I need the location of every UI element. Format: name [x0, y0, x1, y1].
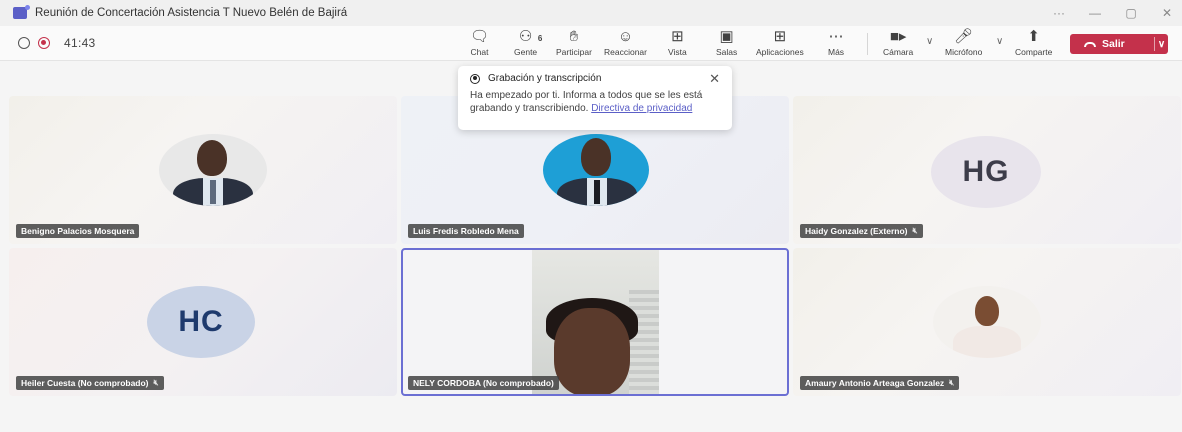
chat-button[interactable]: 🗨︎ Chat [470, 28, 490, 58]
add-app-icon: ⊞ [773, 28, 787, 45]
toolbar-divider [867, 33, 868, 55]
mic-muted-icon: 🔇︎ [153, 378, 159, 387]
ellipsis-icon: ⋯ [828, 28, 844, 45]
microphone-icon: 🎤︎ [954, 28, 974, 45]
recording-icon [38, 37, 50, 49]
camera-off-icon: ■▸ [889, 28, 907, 45]
recording-notification: Grabación y transcripción ✕ Ha empezado … [458, 66, 732, 130]
meeting-status: 41:43 [18, 26, 96, 60]
view-button[interactable]: ⊞ Vista [668, 28, 687, 58]
window-controls: ··· — ▢ ✕ [1052, 0, 1174, 26]
participant-name-tag: NELY CORDOBA (No comprobado) [408, 376, 559, 390]
mic-muted-icon: 🔇︎ [912, 226, 918, 235]
people-icon: ⚇ 6 [518, 28, 543, 45]
participant-photo [933, 286, 1041, 358]
window-title-bar: Reunión de Concertación Asistencia T Nue… [0, 0, 1182, 26]
window-title: Reunión de Concertación Asistencia T Nue… [35, 7, 348, 19]
mic-button[interactable]: 🎤︎ Micrófono [945, 28, 982, 58]
people-count: 6 [537, 34, 543, 43]
participant-tile[interactable]: HG Haidy Gonzalez (Externo) 🔇︎ [793, 96, 1181, 244]
minimize-icon[interactable]: — [1088, 6, 1102, 20]
smiley-icon: ☺ [617, 28, 634, 45]
camera-button[interactable]: ■▸ Cámara [883, 28, 913, 58]
notification-body: Ha empezado por ti. Informa a todos que … [470, 90, 703, 114]
grid-icon: ⊞ [671, 28, 684, 45]
phone-hangup-icon [1084, 41, 1096, 47]
meeting-info-icon[interactable] [18, 37, 30, 49]
meeting-toolbar: 41:43 🗨︎ Chat ⚇ 6 Gente ✋︎ Participar ☺ R… [0, 26, 1182, 61]
notification-title: Grabación y transcripción [488, 73, 602, 84]
participant-photo [543, 134, 649, 206]
mic-options-chevron-icon[interactable]: ∨ [996, 36, 1003, 47]
participant-initials-avatar: HC [147, 286, 255, 358]
close-notification-icon[interactable]: ✕ [709, 71, 720, 87]
participant-name-tag: Amaury Antonio Arteaga Gonzalez 🔇︎ [800, 376, 960, 390]
participant-name-tag: Luis Fredis Robledo Mena [408, 224, 524, 238]
more-button[interactable]: ⋯ Más [828, 28, 844, 58]
teams-logo-icon [13, 5, 30, 19]
apps-button[interactable]: ⊞ Aplicaciones [756, 28, 804, 58]
privacy-policy-link[interactable]: Directiva de privacidad [591, 103, 692, 114]
participant-initials-avatar: HG [931, 136, 1041, 208]
people-button[interactable]: ⚇ 6 Gente [514, 28, 543, 58]
participant-tile[interactable]: Amaury Antonio Arteaga Gonzalez 🔇︎ [793, 248, 1181, 396]
breakout-rooms-icon: ▣ [719, 28, 734, 45]
meeting-timer: 41:43 [64, 36, 96, 50]
leave-options-chevron-icon[interactable]: ∨ [1155, 39, 1168, 50]
camera-options-chevron-icon[interactable]: ∨ [926, 36, 933, 47]
maximize-icon[interactable]: ▢ [1124, 6, 1138, 20]
share-screen-icon: ⬆ [1027, 28, 1040, 45]
rooms-button[interactable]: ▣ Salas [716, 28, 737, 58]
participant-tile-active[interactable]: NELY CORDOBA (No comprobado) [401, 248, 789, 396]
participant-video-feed [532, 250, 659, 394]
raise-hand-button[interactable]: ✋︎ Participar [556, 28, 592, 58]
leave-main[interactable]: Salir [1070, 38, 1154, 50]
participant-tile[interactable]: HC Heiler Cuesta (No comprobado) 🔇︎ [9, 248, 397, 396]
hand-icon: ✋︎ [569, 28, 579, 45]
participant-photo [159, 134, 267, 206]
leave-button[interactable]: Salir ∨ [1070, 34, 1168, 54]
share-button[interactable]: ⬆ Comparte [1015, 28, 1052, 58]
mic-muted-icon: 🔇︎ [949, 378, 955, 387]
chat-icon: 🗨︎ [470, 28, 490, 45]
recording-icon [470, 73, 480, 84]
participant-name-tag: Benigno Palacios Mosquera [16, 224, 140, 238]
react-button[interactable]: ☺ Reaccionar [604, 28, 647, 58]
more-options-icon[interactable]: ··· [1052, 6, 1066, 20]
close-window-icon[interactable]: ✕ [1160, 6, 1174, 20]
participant-name-tag: Haidy Gonzalez (Externo) 🔇︎ [800, 224, 923, 238]
participant-tile[interactable]: Benigno Palacios Mosquera [9, 96, 397, 244]
participant-name-tag: Heiler Cuesta (No comprobado) 🔇︎ [16, 376, 164, 390]
